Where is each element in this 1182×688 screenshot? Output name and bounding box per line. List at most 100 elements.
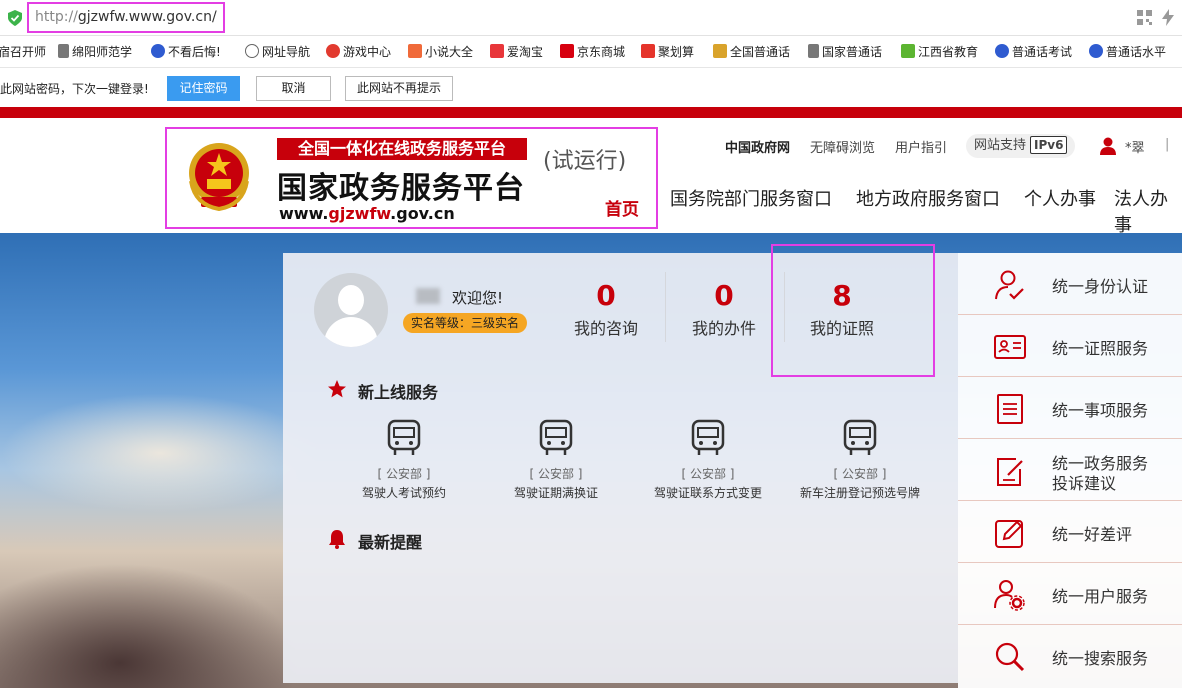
sidebar-item-search[interactable]: 统一搜索服务 bbox=[958, 625, 1182, 687]
url-host: gjzwfw.www.gov.cn/ bbox=[77, 9, 217, 25]
star-icon bbox=[328, 380, 346, 398]
sidebar-item-label: 统一搜索服务 bbox=[1052, 649, 1149, 668]
document-icon bbox=[997, 394, 1023, 424]
link-gov-cn[interactable]: 中国政府网 bbox=[725, 137, 790, 156]
nav-state-council[interactable]: 国务院部门服务窗口 bbox=[670, 185, 832, 211]
bookmark-item[interactable]: 聚划算 bbox=[641, 44, 694, 60]
qr-code-icon[interactable] bbox=[1137, 10, 1152, 25]
page-icon bbox=[808, 44, 819, 58]
bell-icon bbox=[329, 530, 345, 549]
url-domain: gjzwfw bbox=[328, 204, 391, 223]
user-name-masked bbox=[416, 288, 440, 304]
bookmark-item[interactable]: 普通话考试 bbox=[995, 44, 1072, 60]
bus-icon bbox=[539, 419, 573, 455]
bookmark-item[interactable]: 全国普通话 bbox=[713, 44, 790, 60]
avatar[interactable] bbox=[314, 273, 388, 347]
sidebar-item-user-service[interactable]: 统一用户服务 bbox=[958, 563, 1182, 625]
link-accessibility[interactable]: 无障碍浏览 bbox=[810, 137, 875, 156]
bookmark-item[interactable]: 宿召开师 bbox=[0, 44, 46, 60]
edit-document-icon bbox=[997, 458, 1023, 486]
bookmark-item[interactable]: 江西省教育 bbox=[901, 44, 978, 60]
password-save-bar: 此网站密码，下次一键登录! 记住密码 取消 此网站不再提示 bbox=[0, 69, 1182, 107]
bookmark-label: 小说大全 bbox=[425, 45, 474, 59]
sidebar-item-rating[interactable]: 统一好差评 bbox=[958, 501, 1182, 563]
nav-corporate[interactable]: 法人办事 bbox=[1114, 185, 1182, 237]
cancel-button[interactable]: 取消 bbox=[256, 76, 331, 101]
sidebar-item-matters[interactable]: 统一事项服务 bbox=[958, 377, 1182, 439]
service-item[interactable]: [ 公安部 ] 驾驶证联系方式变更 bbox=[633, 419, 783, 501]
user-name[interactable]: *翠 bbox=[1125, 137, 1145, 156]
sidebar-item-certificates[interactable]: 统一证照服务 bbox=[958, 315, 1182, 377]
url-scheme: http:// bbox=[35, 9, 78, 25]
service-item[interactable]: [ 公安部 ] 驾驶人考试预约 bbox=[329, 419, 479, 501]
bookmark-item[interactable]: 京东商城 bbox=[560, 44, 625, 60]
bookmark-item[interactable]: 普通话水平 bbox=[1089, 44, 1166, 60]
reminders-title: 最新提醒 bbox=[358, 533, 423, 552]
nav-local-gov[interactable]: 地方政府服务窗口 bbox=[856, 185, 1000, 211]
service-dept: [ 公安部 ] bbox=[681, 467, 735, 481]
service-dept: [ 公安部 ] bbox=[529, 467, 583, 481]
bus-icon bbox=[691, 419, 725, 455]
service-item[interactable]: [ 公安部 ] 驾驶证期满换证 bbox=[481, 419, 631, 501]
sidebar-item-label: 统一事项服务 bbox=[1052, 401, 1149, 420]
trial-label: (试运行) bbox=[543, 149, 627, 174]
globe-icon bbox=[245, 44, 259, 58]
lightning-icon[interactable] bbox=[1161, 9, 1175, 26]
never-prompt-button[interactable]: 此网站不再提示 bbox=[345, 76, 453, 101]
juhuasuan-icon bbox=[641, 44, 655, 58]
nav-home[interactable]: 首页 bbox=[605, 195, 639, 220]
search-icon bbox=[995, 642, 1025, 672]
stat-consultations[interactable]: 0 我的咨询 bbox=[556, 279, 656, 339]
divider bbox=[665, 272, 666, 342]
page-icon bbox=[58, 44, 69, 58]
bookmark-item[interactable]: 小说大全 bbox=[408, 44, 473, 60]
url-input[interactable]: http://gjzwfw.www.gov.cn/ bbox=[27, 2, 225, 33]
bookmark-label: 绵阳师范学 bbox=[72, 45, 133, 59]
stat-label: 我的办件 bbox=[691, 319, 756, 338]
bookmark-item[interactable]: 网址导航 bbox=[245, 44, 310, 60]
nav-personal[interactable]: 个人办事 bbox=[1024, 185, 1096, 211]
user-gear-icon bbox=[994, 580, 1025, 611]
site-url: www.gjzwfw.gov.cn bbox=[279, 204, 455, 223]
sidebar-item-label: 统一证照服务 bbox=[1052, 339, 1149, 358]
national-emblem-icon bbox=[189, 143, 249, 212]
bookmarks-bar: 宿召开师 绵阳师范学 不看后悔! 网址导航 游戏中心 小说大全 爱淘宝 京东商城… bbox=[0, 37, 1182, 68]
service-dept: [ 公安部 ] bbox=[833, 467, 887, 481]
service-name: 驾驶证联系方式变更 bbox=[653, 486, 762, 500]
jx-edu-icon bbox=[901, 44, 915, 58]
bookmark-item[interactable]: 不看后悔! bbox=[151, 44, 221, 60]
bookmark-label: 游戏中心 bbox=[343, 45, 392, 59]
service-item[interactable]: [ 公安部 ] 新车注册登记预选号牌 bbox=[785, 419, 935, 501]
stat-cases[interactable]: 0 我的办件 bbox=[674, 279, 774, 339]
address-bar: http://gjzwfw.www.gov.cn/ bbox=[0, 0, 1182, 36]
service-name: 驾驶人考试预约 bbox=[361, 486, 446, 500]
user-icon[interactable] bbox=[1099, 137, 1117, 155]
bookmark-label: 江西省教育 bbox=[918, 45, 979, 59]
sidebar-item-identity[interactable]: 统一身份认证 bbox=[958, 253, 1182, 315]
bookmark-label: 全国普通话 bbox=[730, 45, 791, 59]
bus-icon bbox=[387, 419, 421, 455]
link-user-guide[interactable]: 用户指引 bbox=[895, 137, 947, 156]
url-www: www. bbox=[279, 204, 329, 223]
taobao-icon bbox=[490, 44, 504, 58]
site-logo[interactable]: 全国一体化在线政务服务平台 (试运行) 国家政务服务平台 www.gjzwfw.… bbox=[165, 127, 658, 229]
bookmark-item[interactable]: 绵阳师范学 bbox=[58, 44, 132, 60]
bookmark-label: 普通话水平 bbox=[1106, 45, 1167, 59]
bookmark-item[interactable]: 爱淘宝 bbox=[490, 44, 543, 60]
bookmark-label: 爱淘宝 bbox=[507, 45, 544, 59]
stat-label: 我的咨询 bbox=[573, 319, 638, 338]
sidebar-item-complaints[interactable]: 统一政务服务 投诉建议 bbox=[958, 439, 1182, 501]
bus-icon bbox=[843, 419, 877, 455]
bookmark-item[interactable]: 游戏中心 bbox=[326, 44, 391, 60]
bookmark-label: 普通话考试 bbox=[1012, 45, 1073, 59]
user-check-icon bbox=[995, 270, 1024, 300]
stat-number: 0 bbox=[714, 279, 734, 312]
bookmark-label: 不看后悔! bbox=[168, 45, 221, 59]
remember-password-button[interactable]: 记住密码 bbox=[167, 76, 240, 101]
url-tld: .gov.cn bbox=[390, 204, 455, 223]
stat-number: 0 bbox=[596, 279, 616, 312]
password-message: 此网站密码，下次一键登录! bbox=[0, 82, 149, 96]
welcome-text: 欢迎您! bbox=[452, 289, 504, 307]
bookmark-item[interactable]: 国家普通话 bbox=[808, 44, 882, 60]
ipv6-support-badge: 网站支持 IPv6 bbox=[966, 134, 1076, 158]
